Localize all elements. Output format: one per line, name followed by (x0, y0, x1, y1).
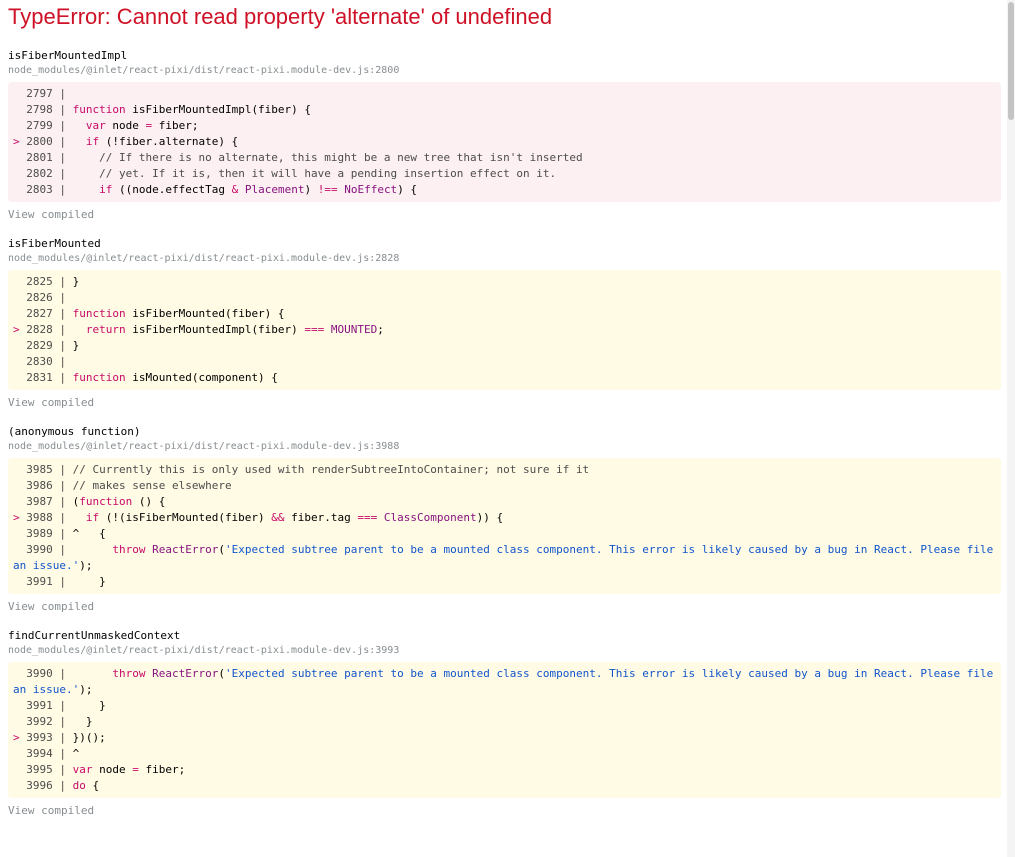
code-line: 3995 | var node = fiber; (13, 763, 186, 776)
frame-file-location: node_modules/@inlet/react-pixi/dist/reac… (8, 65, 400, 76)
code-line: > 2800 | if (!fiber.alternate) { (13, 135, 239, 148)
stack-frame: findCurrentUnmaskedContext node_modules/@… (8, 628, 1001, 819)
code-snippet: 3990 | throw ReactError('Expected subtre… (8, 662, 1001, 798)
frame-function-name: (anonymous function) (8, 425, 141, 438)
stack-frames: isFiberMountedImpl node_modules/@inlet/re… (8, 48, 1001, 819)
frame-function-name: findCurrentUnmaskedContext (8, 629, 181, 642)
code-line: 2827 | function isFiberMounted(fiber) { (13, 307, 285, 320)
code-line: 2801 | // If there is no alternate, this… (13, 151, 583, 164)
stack-frame: isFiberMounted node_modules/@inlet/react-… (8, 236, 1001, 411)
code-line: 3991 | } (13, 699, 106, 712)
code-line: 3990 | throw ReactError('Expected subtre… (13, 543, 1000, 572)
code-line: 2826 | (13, 291, 66, 304)
code-line: 3992 | } (13, 715, 93, 728)
frame-function-name: isFiberMountedImpl (8, 49, 128, 62)
view-compiled-link[interactable]: View compiled (8, 803, 1001, 819)
frame-function-name: isFiberMounted (8, 237, 101, 250)
frame-file-location: node_modules/@inlet/react-pixi/dist/reac… (8, 441, 400, 452)
code-line: 3996 | do { (13, 779, 100, 792)
code-line: 2798 | function isFiberMountedImpl(fiber… (13, 103, 312, 116)
scrollbar[interactable] (1007, 0, 1015, 857)
frame-file-location: node_modules/@inlet/react-pixi/dist/reac… (8, 645, 400, 656)
code-line: 2831 | function isMounted(component) { (13, 371, 278, 384)
view-compiled-link[interactable]: View compiled (8, 207, 1001, 223)
scrollbar-thumb[interactable] (1008, 2, 1014, 120)
code-line: 3987 | (function () { (13, 495, 166, 508)
code-line: 3994 | ^ (13, 747, 80, 760)
code-line: 3989 | ^ { (13, 527, 106, 540)
code-line: 3985 | // Currently this is only used wi… (13, 463, 590, 476)
code-line: 3990 | throw ReactError('Expected subtre… (13, 667, 1000, 696)
code-line: 2825 | } (13, 275, 80, 288)
view-compiled-link[interactable]: View compiled (8, 599, 1001, 615)
code-snippet: 2797 | 2798 | function isFiberMountedImp… (8, 82, 1001, 202)
code-line: 3986 | // makes sense elsewhere (13, 479, 232, 492)
view-compiled-link[interactable]: View compiled (8, 395, 1001, 411)
code-line: 3991 | } (13, 575, 106, 588)
code-line: 2797 | (13, 87, 66, 100)
code-line: 2829 | } (13, 339, 80, 352)
code-line: > 3993 | })(); (13, 731, 106, 744)
code-snippet: 3985 | // Currently this is only used wi… (8, 458, 1001, 594)
code-line: 2799 | var node = fiber; (13, 119, 199, 132)
stack-frame: isFiberMountedImpl node_modules/@inlet/re… (8, 48, 1001, 223)
code-line: 2830 | (13, 355, 66, 368)
code-line: > 3988 | if (!(isFiberMounted(fiber) && … (13, 511, 504, 524)
stack-frame: (anonymous function) node_modules/@inlet/… (8, 424, 1001, 615)
code-line: > 2828 | return isFiberMountedImpl(fiber… (13, 323, 384, 336)
error-title: TypeError: Cannot read property 'alterna… (8, 4, 553, 29)
error-overlay: TypeError: Cannot read property 'alterna… (8, 4, 1001, 832)
frame-file-location: node_modules/@inlet/react-pixi/dist/reac… (8, 253, 400, 264)
code-line: 2803 | if ((node.effectTag & Placement) … (13, 183, 418, 196)
code-snippet: 2825 | } 2826 | 2827 | function isFiberM… (8, 270, 1001, 390)
code-line: 2802 | // yet. If it is, then it will ha… (13, 167, 557, 180)
